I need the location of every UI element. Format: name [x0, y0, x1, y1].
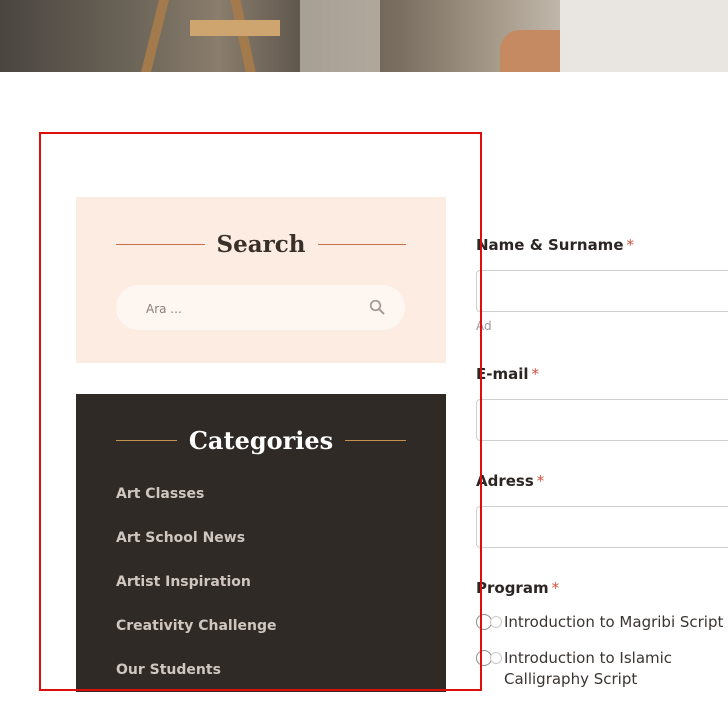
- category-link-art-school-news[interactable]: Art School News: [116, 530, 277, 574]
- program-option: Introduction to Magribi Script: [476, 612, 728, 633]
- required-mark: *: [551, 579, 560, 597]
- radio-ring-icon: [490, 616, 502, 628]
- category-link-our-students[interactable]: Our Students: [116, 662, 277, 706]
- search-box: [116, 285, 405, 332]
- categories-title: Categories: [188, 426, 334, 455]
- categories-list: Art Classes Art School News Artist Inspi…: [116, 486, 277, 706]
- hero-canvas: [300, 0, 380, 72]
- category-link-artist-inspiration[interactable]: Artist Inspiration: [116, 574, 277, 618]
- program-label-text: Program: [476, 579, 549, 597]
- address-field[interactable]: [476, 506, 728, 548]
- hero-easel-leg: [141, 0, 169, 72]
- search-icon[interactable]: [369, 299, 385, 315]
- name-label: Name & Surname *: [476, 236, 634, 254]
- category-link-creativity-challenge[interactable]: Creativity Challenge: [116, 618, 277, 662]
- search-widget-title: Search: [116, 231, 406, 258]
- search-title: Search: [216, 231, 306, 258]
- title-divider-right: [317, 244, 406, 245]
- address-label-text: Adress: [476, 472, 534, 490]
- required-mark: *: [531, 365, 540, 383]
- address-label: Adress *: [476, 472, 544, 490]
- registration-form: Name & Surname * Ad E-mail * Adress * Progr…: [476, 0, 728, 692]
- radio-ring-icon: [490, 652, 502, 664]
- search-widget: Search: [76, 197, 446, 363]
- program-label: Program *: [476, 579, 559, 597]
- required-mark: *: [536, 472, 545, 490]
- email-label: E-mail *: [476, 365, 539, 383]
- title-divider-right: [345, 440, 406, 441]
- categories-widget-title: Categories: [116, 426, 406, 455]
- program-option-label: Introduction to Islamic Calligraphy Scri…: [504, 649, 673, 688]
- categories-widget: Categories Art Classes Art School News A…: [76, 394, 446, 692]
- category-link-art-classes[interactable]: Art Classes: [116, 486, 277, 530]
- email-label-text: E-mail: [476, 365, 529, 383]
- name-label-text: Name & Surname: [476, 236, 624, 254]
- name-field[interactable]: [476, 270, 728, 312]
- hero-easel-leg: [230, 0, 256, 72]
- search-input[interactable]: [144, 285, 358, 332]
- program-option-label: Introduction to Magribi Script: [504, 613, 724, 631]
- name-hint: Ad: [476, 319, 492, 333]
- title-divider-left: [116, 244, 205, 245]
- required-mark: *: [626, 236, 635, 254]
- title-divider-left: [116, 440, 177, 441]
- email-field[interactable]: [476, 399, 728, 441]
- program-option: Introduction to Islamic Calligraphy Scri…: [476, 648, 728, 690]
- hero-easel-bar: [190, 20, 280, 36]
